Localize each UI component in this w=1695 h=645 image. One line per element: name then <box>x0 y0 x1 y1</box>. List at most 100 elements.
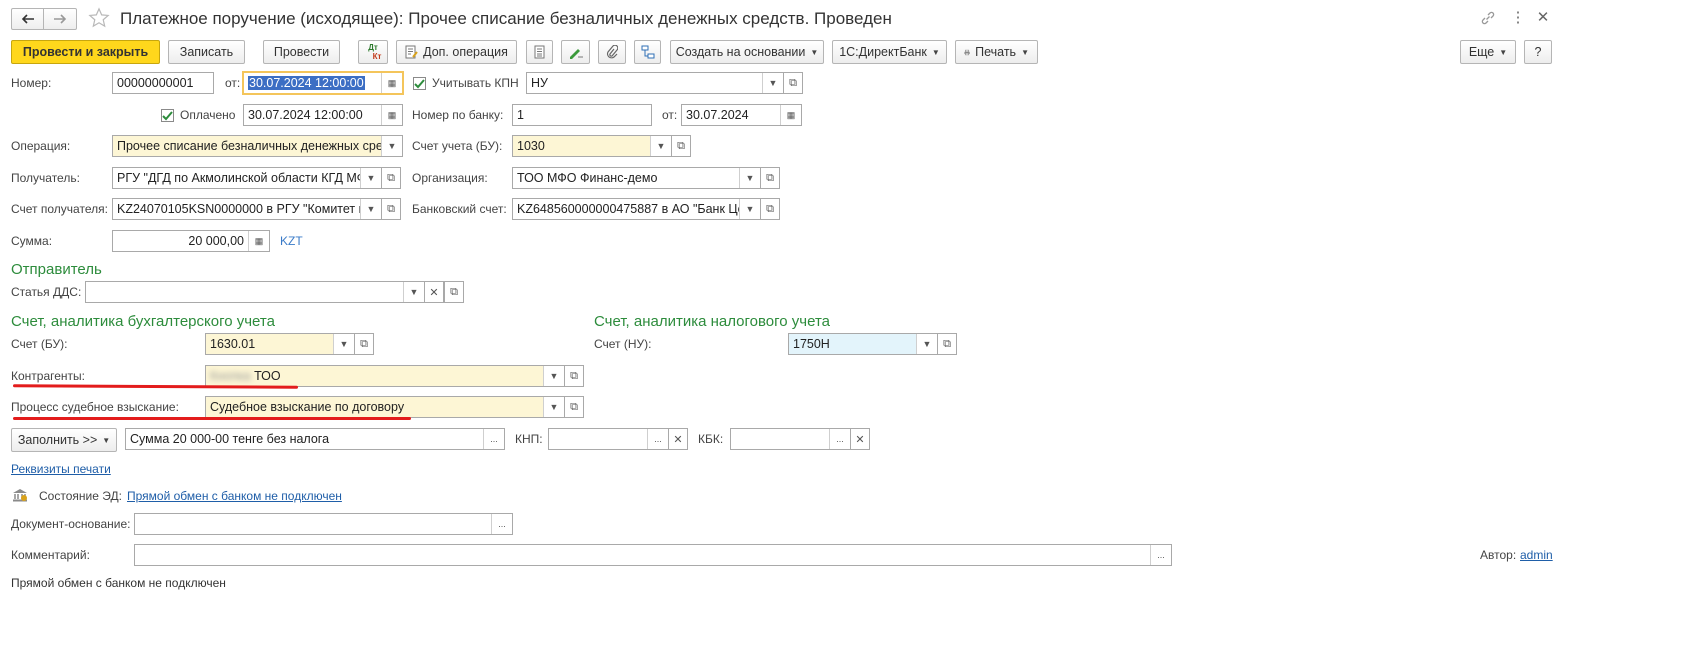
directbank-dropdown[interactable]: 1С:ДиректБанк ▼ <box>832 40 947 64</box>
account-bu-label: Счет учета (БУ): <box>412 139 503 153</box>
calendar-icon[interactable]: ▦ <box>381 73 402 93</box>
dt-kt-icon: Дт <box>368 43 378 52</box>
chevron-down-icon[interactable]: ▼ <box>916 334 937 354</box>
clear-icon[interactable]: ✕ <box>424 281 444 303</box>
chevron-down-icon[interactable]: ▼ <box>333 334 354 354</box>
ellipsis-icon[interactable]: ... <box>1150 545 1171 565</box>
open-icon[interactable]: ⧉ <box>564 365 584 387</box>
dt-kt-button[interactable]: Дт Кт <box>358 40 388 64</box>
print-requisites-link[interactable]: Реквизиты печати <box>11 459 111 479</box>
calculator-icon[interactable]: ▦ <box>248 231 269 251</box>
help-button[interactable]: ? <box>1524 40 1552 64</box>
open-icon[interactable]: ⧉ <box>381 198 401 220</box>
payment-purpose-field[interactable]: Сумма 20 000-00 тенге без налога ... <box>125 428 505 450</box>
blurred-name: Кнопка <box>210 369 251 383</box>
open-icon[interactable]: ⧉ <box>564 396 584 418</box>
chevron-down-icon[interactable]: ▼ <box>543 397 564 417</box>
dds-select[interactable]: ▼ <box>85 281 425 303</box>
printer-icon <box>964 49 970 55</box>
calendar-icon[interactable]: ▦ <box>780 105 801 125</box>
recipient-account-select[interactable]: KZ24070105KSN0000000 в РГУ "Комитет казн… <box>112 198 382 220</box>
date-from-label: от: <box>225 76 241 90</box>
contractors-select[interactable]: Кнопка ТОО ▼ <box>205 365 565 387</box>
list-document-icon <box>534 45 545 59</box>
open-icon[interactable]: ⧉ <box>354 333 374 355</box>
knp-field[interactable]: ... <box>548 428 669 450</box>
nu-section-title: Счет, аналитика налогового учета <box>594 313 830 330</box>
open-icon[interactable]: ⧉ <box>760 167 780 189</box>
organization-select[interactable]: ТОО МФО Финанс-демо ▼ <box>512 167 761 189</box>
paid-checkbox[interactable] <box>161 109 174 122</box>
chevron-down-icon[interactable]: ▼ <box>381 136 402 156</box>
nu-account-select[interactable]: 1750Н ▼ <box>788 333 938 355</box>
favorite-star-icon[interactable] <box>88 7 112 31</box>
clear-icon[interactable]: ✕ <box>668 428 688 450</box>
basis-document-field[interactable]: ... <box>134 513 513 535</box>
bank-number-field[interactable]: 1 <box>512 104 652 126</box>
chevron-down-icon[interactable]: ▼ <box>739 199 760 219</box>
author-link[interactable]: admin <box>1520 545 1553 565</box>
account-bu-select[interactable]: 1030 ▼ <box>512 135 672 157</box>
chevron-down-icon[interactable]: ▼ <box>360 199 381 219</box>
bank-account-select[interactable]: KZ648560000000475887 в АО "Банк ЦентрКре… <box>512 198 761 220</box>
structure-button[interactable] <box>634 40 661 64</box>
operation-select[interactable]: Прочее списание безналичных денежных сре… <box>112 135 403 157</box>
author-label: Автор: <box>1480 548 1517 562</box>
chevron-down-icon[interactable]: ▼ <box>762 73 783 93</box>
dds-label: Статья ДДС: <box>11 285 82 299</box>
close-icon[interactable]: ✕ <box>1535 8 1551 28</box>
ellipsis-icon[interactable]: ... <box>647 429 668 449</box>
ed-state-link[interactable]: Прямой обмен с банком не подключен <box>127 486 342 506</box>
comment-field[interactable]: ... <box>134 544 1172 566</box>
bu-section-title: Счет, аналитика бухгалтерского учета <box>11 313 275 330</box>
create-based-on-dropdown[interactable]: Создать на основании ▼ <box>670 40 824 64</box>
kbk-label: КБК: <box>698 432 724 446</box>
chevron-down-icon[interactable]: ▼ <box>403 282 424 302</box>
arrow-left-icon <box>21 14 34 24</box>
process-select[interactable]: Судебное взыскание по договору ▼ <box>205 396 565 418</box>
bank-date-field[interactable]: 30.07.2024 ▦ <box>681 104 802 126</box>
chevron-down-icon[interactable]: ▼ <box>650 136 671 156</box>
attachments-button[interactable] <box>598 40 626 64</box>
chevron-down-icon[interactable]: ▼ <box>739 168 760 188</box>
report-button[interactable] <box>526 40 553 64</box>
document-date-field[interactable]: 30.07.2024 12:00:00 ▦ <box>243 72 403 94</box>
save-button[interactable]: Записать <box>168 40 245 64</box>
more-dropdown[interactable]: Еще ▼ <box>1460 40 1516 64</box>
bu-account-select[interactable]: 1630.01 ▼ <box>205 333 355 355</box>
sum-field[interactable]: 20 000,00 ▦ <box>112 230 270 252</box>
post-button[interactable]: Провести <box>263 40 340 64</box>
open-icon[interactable]: ⧉ <box>671 135 691 157</box>
ellipsis-icon[interactable]: ... <box>829 429 850 449</box>
chevron-down-icon[interactable]: ▼ <box>360 168 381 188</box>
link-icon[interactable] <box>1480 10 1498 28</box>
open-icon[interactable]: ⧉ <box>937 333 957 355</box>
number-field[interactable]: 00000000001 <box>112 72 214 94</box>
extra-operation-button[interactable]: Доп. операция <box>396 40 517 64</box>
fill-dropdown[interactable]: Заполнить >> ▼ <box>11 428 117 452</box>
back-button[interactable] <box>11 8 44 30</box>
ellipsis-icon[interactable]: ... <box>491 514 512 534</box>
red-underline <box>13 417 411 420</box>
chevron-down-icon: ▼ <box>1021 47 1029 57</box>
calendar-icon[interactable]: ▦ <box>381 105 402 125</box>
print-dropdown[interactable]: Печать ▼ <box>955 40 1038 64</box>
post-and-close-button[interactable]: Провести и закрыть <box>11 40 160 64</box>
ellipsis-icon[interactable]: ... <box>483 429 504 449</box>
paid-date-field[interactable]: 30.07.2024 12:00:00 ▦ <box>243 104 403 126</box>
kpn-select[interactable]: НУ ▼ <box>526 72 784 94</box>
open-icon[interactable]: ⧉ <box>760 198 780 220</box>
chevron-down-icon[interactable]: ▼ <box>543 366 564 386</box>
ed-state-label: Состояние ЭД: <box>39 489 122 503</box>
open-icon[interactable]: ⧉ <box>381 167 401 189</box>
more-vertical-icon[interactable]: ⋮ <box>1510 8 1526 28</box>
kbk-field[interactable]: ... <box>730 428 851 450</box>
open-icon[interactable]: ⧉ <box>783 72 803 94</box>
bank-date-from-label: от: <box>662 108 678 122</box>
kpn-checkbox[interactable] <box>413 77 426 90</box>
open-icon[interactable]: ⧉ <box>444 281 464 303</box>
recipient-select[interactable]: РГУ "ДГД по Акмолинской области КГД МФ Р… <box>112 167 382 189</box>
signature-button[interactable] <box>561 40 590 64</box>
forward-button[interactable] <box>44 8 77 30</box>
clear-icon[interactable]: ✕ <box>850 428 870 450</box>
